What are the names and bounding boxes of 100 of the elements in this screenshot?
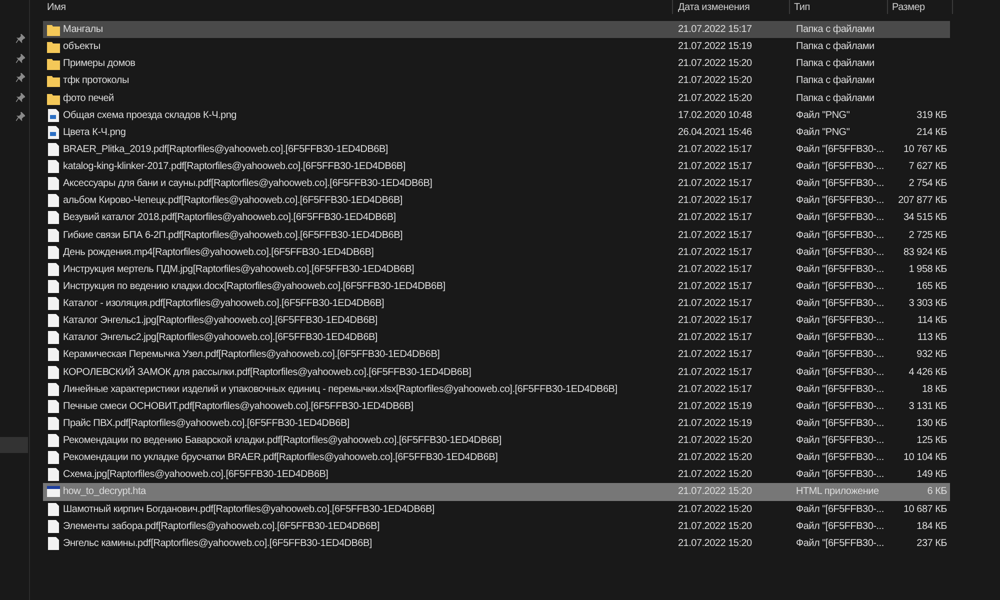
file-type: Файл "[6F5FFB30-... <box>796 384 884 395</box>
file-row[interactable]: Энгельс камины.pdf[Raptorfiles@yahooweb.co].[6F5FFB30-1ED4DB6B] 21.07.2022 15:20 Файл "[6F5FFB30-... 237 КБ <box>43 534 950 552</box>
file-row[interactable]: Схема.jpg[Raptorfiles@yahooweb.co].[6F5FFB30-1ED4DB6B] 21.07.2022 15:20 Файл "[6F5FFB30-... 149 КБ <box>43 466 950 484</box>
file-size: 319 КБ <box>916 108 947 123</box>
file-row[interactable]: Инструкция мертель ПДМ.jpg[Raptorfiles@yahooweb.co].[6F5FFB30-1ED4DB6B] 21.07.2022 15:17 Файл "[6F5FFB30-... 1 958 КБ <box>43 260 950 278</box>
file-size: 237 КБ <box>916 536 947 551</box>
file-name: Керамическая Перемычка Узел.pdf[Raptorfiles@yahooweb.co].[6F5FFB30-1ED4DB6B] <box>63 348 440 362</box>
file-type: Файл "[6F5FFB30-... <box>796 349 884 360</box>
file-name: Схема.jpg[Raptorfiles@yahooweb.co].[6F5FFB30-1ED4DB6B] <box>63 468 328 482</box>
date-modified: 21.07.2022 15:17 <box>678 161 752 172</box>
file-row[interactable]: тфк протоколы 21.07.2022 15:20 Папка с файлами <box>43 72 950 90</box>
pin-icon[interactable] <box>16 92 25 102</box>
file-size: 165 КБ <box>916 280 947 294</box>
file-size: 3 303 КБ <box>908 297 947 312</box>
pin-icon[interactable] <box>16 73 25 82</box>
file-row[interactable]: Примеры домов 21.07.2022 15:20 Папка с файлами <box>43 55 950 72</box>
folder-icon <box>46 74 60 88</box>
file-icon <box>48 520 58 533</box>
file-icon <box>48 366 58 379</box>
file-row[interactable]: Элементы забора.pdf[Raptorfiles@yahooweb.co].[6F5FFB30-1ED4DB6B] 21.07.2022 15:20 Файл "[6F5FFB30-... 184 КБ <box>43 518 950 535</box>
file-row[interactable]: Рекомендации по укладке брусчатки BRAER.pdf[Raptorfiles@yahooweb.co].[6F5FFB30-1ED4DB6B] 21.07.2022 15:20 Файл "[6F5FFB30-... 10 104 КБ <box>43 449 950 466</box>
file-row[interactable]: День рождения.mp4[Raptorfiles@yahooweb.co].[6F5FFB30-1ED4DB6B] 21.07.2022 15:17 Файл "[6F5FFB30-... 83 924 КБ <box>43 244 950 261</box>
file-row[interactable]: Цвета К-Ч.png 26.04.2021 15:46 Файл "PNG" 214 КБ <box>43 124 950 141</box>
pin-icon[interactable] <box>16 112 25 121</box>
file-row[interactable]: Общая схема проезда складов К-Ч.png 17.02.2020 10:48 Файл "PNG" 319 КБ <box>43 106 950 124</box>
file-row[interactable]: Линейные характеристики изделий и упаковочных единиц - перемычки.xlsx[Raptorfiles@yahooweb.co].[6F5FFB30-1ED4DB6B] 21.07.2022 15:17 Файл "[6F5FFB30-... 18 КБ <box>43 380 950 398</box>
file-type: Файл "[6F5FFB30-... <box>796 298 884 310</box>
date-modified: 17.02.2020 10:48 <box>678 110 752 121</box>
file-size: 184 КБ <box>916 520 947 534</box>
pin-icon[interactable] <box>16 54 25 62</box>
file-icon <box>48 536 58 550</box>
file-size: 932 КБ <box>916 348 947 362</box>
file-type: Файл "[6F5FFB30-... <box>796 315 884 326</box>
file-icon <box>48 142 58 156</box>
file-size: 10 687 КБ <box>903 502 947 517</box>
file-row[interactable]: фото печей 21.07.2022 15:20 Папка с файлами <box>43 90 950 107</box>
date-modified: 21.07.2022 15:17 <box>678 384 752 395</box>
file-name: Гибкие связи БПА 6-2П.pdf[Raptorfiles@yahooweb.co].[6F5FFB30-1ED4DB6B] <box>63 228 403 243</box>
file-name: Общая схема проезда складов К-Ч.png <box>63 108 236 123</box>
file-row[interactable]: Гибкие связи БПА 6-2П.pdf[Raptorfiles@yahooweb.co].[6F5FFB30-1ED4DB6B] 21.07.2022 15:17 Файл "[6F5FFB30-... 2 725 КБ <box>43 226 950 244</box>
file-name: katalog-king-klinker-2017.pdf[Raptorfiles@yahooweb.co].[6F5FFB30-1ED4DB6B] <box>63 160 406 174</box>
date-modified: 21.07.2022 15:20 <box>678 435 752 446</box>
column-header[interactable]: Имя <box>47 0 66 14</box>
date-modified: 21.07.2022 15:17 <box>678 144 752 155</box>
column-header[interactable]: Тип <box>794 0 810 14</box>
date-modified: 21.07.2022 15:17 <box>678 264 752 275</box>
file-row[interactable]: Прайс ПВХ.pdf[Raptorfiles@yahooweb.co].[6F5FFB30-1ED4DB6B] 21.07.2022 15:19 Файл "[6F5FFB30-... 130 КБ <box>43 414 950 432</box>
file-row[interactable]: КОРОЛЕВСКИЙ ЗАМОК для рассылки.pdf[Raptorfiles@yahooweb.co].[6F5FFB30-1ED4DB6B] 21.07.2022 15:17 Файл "[6F5FFB30-... 4 426 КБ <box>43 364 950 381</box>
file-type: Файл "[6F5FFB30-... <box>796 230 884 241</box>
file-row[interactable]: Шамотный кирпич Богданович.pdf[Raptorfiles@yahooweb.co].[6F5FFB30-1ED4DB6B] 21.07.2022 15:20 Файл "[6F5FFB30-... 10 687 КБ <box>43 500 950 518</box>
file-row[interactable]: Аксессуары для бани и сауны.pdf[Raptorfiles@yahooweb.co].[6F5FFB30-1ED4DB6B] 21.07.2022 15:17 Файл "[6F5FFB30-... 2 754 КБ <box>43 175 950 192</box>
file-name: КОРОЛЕВСКИЙ ЗАМОК для рассылки.pdf[Raptorfiles@yahooweb.co].[6F5FFB30-1ED4DB6B] <box>63 365 472 380</box>
file-type: Файл "[6F5FFB30-... <box>796 246 884 258</box>
date-modified: 21.07.2022 15:17 <box>678 212 752 224</box>
file-row[interactable]: Керамическая Перемычка Узел.pdf[Raptorfiles@yahooweb.co].[6F5FFB30-1ED4DB6B] 21.07.2022 15:17 Файл "[6F5FFB30-... 932 КБ <box>43 346 950 364</box>
file-icon <box>48 194 58 208</box>
file-type: Файл "[6F5FFB30-... <box>796 504 884 515</box>
file-row[interactable]: Рекомендации по ведению Баварской кладки.pdf[Raptorfiles@yahooweb.co].[6F5FFB30-1ED4DB6B] 21.07.2022 15:20 Файл "[6F5FFB30-... 125 КБ <box>43 432 950 450</box>
date-modified: 21.07.2022 15:17 <box>678 315 752 326</box>
file-row[interactable]: Печные смеси ОСНОВИТ.pdf[Raptorfiles@yahooweb.co].[6F5FFB30-1ED4DB6B] 21.07.2022 15:19 Файл "[6F5FFB30-... 3 131 КБ <box>43 398 950 415</box>
file-name: Каталог Энгельс2.jpg[Raptorfiles@yahooweb.co].[6F5FFB30-1ED4DB6B] <box>63 331 378 346</box>
file-row[interactable]: BRAER_Plitka_2019.pdf[Raptorfiles@yahooweb.co].[6F5FFB30-1ED4DB6B] 21.07.2022 15:17 Файл "[6F5FFB30-... 10 767 КБ <box>43 140 950 158</box>
file-row[interactable]: Везувий каталог 2018.pdf[Raptorfiles@yahooweb.co].[6F5FFB30-1ED4DB6B] 21.07.2022 15:17 Файл "[6F5FFB30-... 34 515 КБ <box>43 209 950 226</box>
file-type: Папка с файлами <box>796 41 874 52</box>
column-header[interactable]: Дата изменения <box>678 0 750 14</box>
file-name: Каталог Энгельс1.jpg[Raptorfiles@yahooweb.co].[6F5FFB30-1ED4DB6B] <box>63 314 378 328</box>
file-type: Файл "[6F5FFB30-... <box>796 452 884 464</box>
date-modified: 21.07.2022 15:17 <box>678 298 752 310</box>
file-row[interactable]: Мангалы 21.07.2022 15:17 Папка с файлами <box>43 21 950 38</box>
file-icon <box>48 280 58 293</box>
date-modified: 21.07.2022 15:17 <box>678 24 752 36</box>
date-modified: 21.07.2022 15:17 <box>678 280 752 292</box>
file-size: 10 767 КБ <box>903 142 947 157</box>
file-row[interactable]: альбом Кирово-Чепецк.pdf[Raptorfiles@yahooweb.co].[6F5FFB30-1ED4DB6B] 21.07.2022 15:17 Файл "[6F5FFB30-... 207 877 КБ <box>43 192 950 210</box>
date-modified: 21.07.2022 15:20 <box>678 92 752 104</box>
file-size: 10 104 КБ <box>903 451 947 466</box>
file-row[interactable]: Инструкция по ведению кладки.docx[Raptorfiles@yahooweb.co].[6F5FFB30-1ED4DB6B] 21.07.2022 15:17 Файл "[6F5FFB30-... 165 КБ <box>43 278 950 295</box>
file-row[interactable]: объекты 21.07.2022 15:19 Папка с файлами <box>43 38 950 56</box>
file-size: 125 КБ <box>916 434 947 448</box>
date-modified: 21.07.2022 15:19 <box>678 41 752 52</box>
date-modified: 21.07.2022 15:17 <box>678 178 752 190</box>
date-modified: 21.07.2022 15:20 <box>678 452 752 464</box>
file-type: HTML приложение <box>796 486 879 498</box>
file-icon <box>48 297 58 310</box>
file-row[interactable]: Каталог - изоляция.pdf[Raptorfiles@yahooweb.co].[6F5FFB30-1ED4DB6B] 21.07.2022 15:17 Файл "[6F5FFB30-... 3 303 КБ <box>43 295 950 312</box>
file-name: фото печей <box>63 92 114 106</box>
pin-icon[interactable] <box>16 34 25 43</box>
date-modified: 21.07.2022 15:20 <box>678 469 752 480</box>
file-row[interactable]: Каталог Энгельс2.jpg[Raptorfiles@yahooweb.co].[6F5FFB30-1ED4DB6B] 21.07.2022 15:17 Файл "[6F5FFB30-... 113 КБ <box>43 329 950 346</box>
file-type: Файл "[6F5FFB30-... <box>796 469 884 480</box>
file-type: Файл "[6F5FFB30-... <box>796 161 884 172</box>
date-modified: 21.07.2022 15:17 <box>678 246 752 258</box>
file-row[interactable]: katalog-king-klinker-2017.pdf[Raptorfiles@yahooweb.co].[6F5FFB30-1ED4DB6B] 21.07.2022 15:17 Файл "[6F5FFB30-... 7 627 КБ <box>43 158 950 176</box>
file-name: Линейные характеристики изделий и упаковочных единиц - перемычки.xlsx[Raptorfiles@yahooweb.co].[6F5FFB30-1ED4DB6B] <box>63 382 618 397</box>
file-size: 130 КБ <box>916 416 947 431</box>
file-name: тфк протоколы <box>63 74 129 88</box>
file-name: Аксессуары для бани и сауны.pdf[Raptorfiles@yahooweb.co].[6F5FFB30-1ED4DB6B] <box>63 177 432 192</box>
file-type: Файл "[6F5FFB30-... <box>796 418 884 429</box>
file-row[interactable]: Каталог Энгельс1.jpg[Raptorfiles@yahooweb.co].[6F5FFB30-1ED4DB6B] 21.07.2022 15:17 Файл "[6F5FFB30-... 114 КБ <box>43 312 950 330</box>
column-header[interactable]: Размер <box>892 0 925 14</box>
